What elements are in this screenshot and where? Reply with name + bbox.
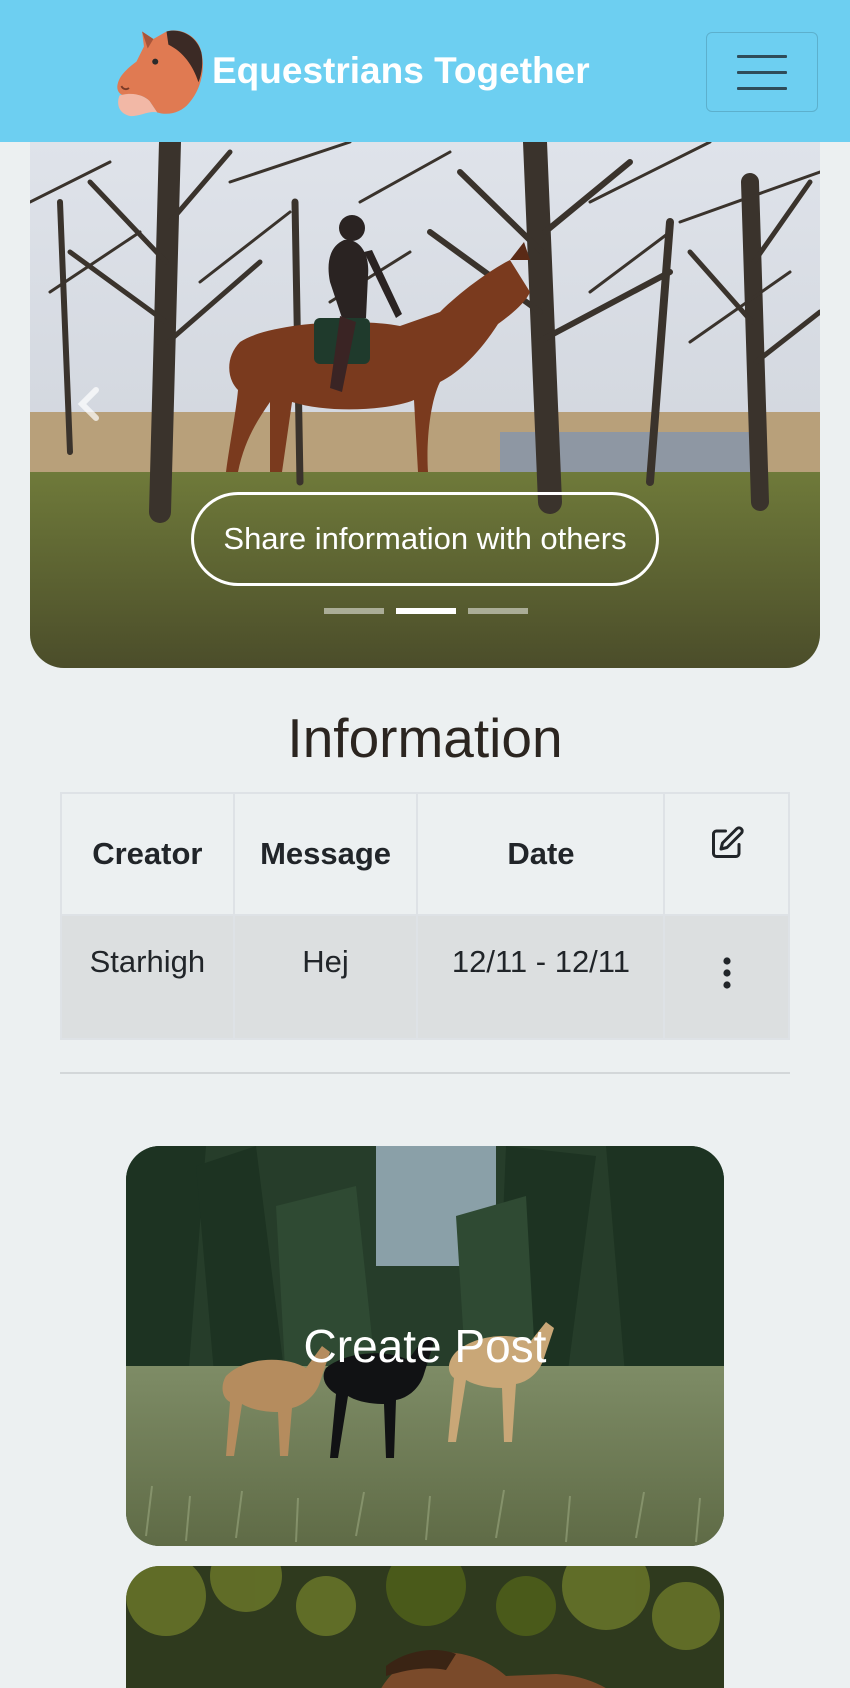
column-header-edit[interactable]: [663, 792, 790, 916]
carousel-prev-button[interactable]: [70, 384, 110, 424]
chevron-left-icon: [77, 387, 99, 421]
brand-link[interactable]: Equestrians Together: [112, 24, 590, 118]
table-row: Starhigh Hej 12/11 - 12/11: [60, 914, 790, 1040]
cell-date: 12/11 - 12/11: [416, 914, 666, 1040]
hamburger-menu-icon: [737, 71, 787, 74]
cell-message: Hej: [232, 914, 419, 1040]
cell-creator: Starhigh: [60, 914, 235, 1040]
carousel-indicator-1[interactable]: [324, 608, 384, 614]
edit-pen-icon: [711, 826, 744, 858]
brand-title: Equestrians Together: [212, 50, 590, 91]
hamburger-menu-icon: [737, 55, 787, 58]
navbar-toggler-button[interactable]: [706, 32, 818, 112]
carousel-indicators: [324, 608, 528, 614]
more-vertical-icon[interactable]: [721, 956, 733, 990]
information-table: Creator Message Date Starhigh Hej 12/11 …: [60, 792, 790, 1040]
create-post-card-image: [126, 1146, 724, 1546]
hero-carousel: Share information with others: [30, 142, 820, 668]
carousel-slide-image: [30, 142, 820, 668]
carousel-next-button[interactable]: [750, 384, 790, 424]
create-post-card[interactable]: Create Post: [126, 1146, 724, 1546]
carousel-caption-button[interactable]: Share information with others: [191, 492, 659, 586]
second-card[interactable]: [126, 1566, 724, 1688]
second-card-image: [126, 1566, 724, 1688]
information-title: Information: [287, 707, 563, 769]
column-header-message: Message: [232, 792, 419, 916]
carousel-indicator-3[interactable]: [468, 608, 528, 614]
hamburger-menu-icon: [737, 87, 787, 90]
horse-head-logo: [117, 30, 203, 117]
chevron-right-icon: [750, 384, 790, 424]
navbar: Equestrians Together: [0, 0, 850, 142]
column-header-date: Date: [416, 792, 666, 916]
cell-actions: [663, 914, 790, 1040]
carousel-indicator-2[interactable]: [396, 608, 456, 614]
column-header-creator: Creator: [60, 792, 235, 916]
table-header-row: Creator Message Date: [60, 792, 790, 916]
section-divider: [60, 1072, 790, 1074]
